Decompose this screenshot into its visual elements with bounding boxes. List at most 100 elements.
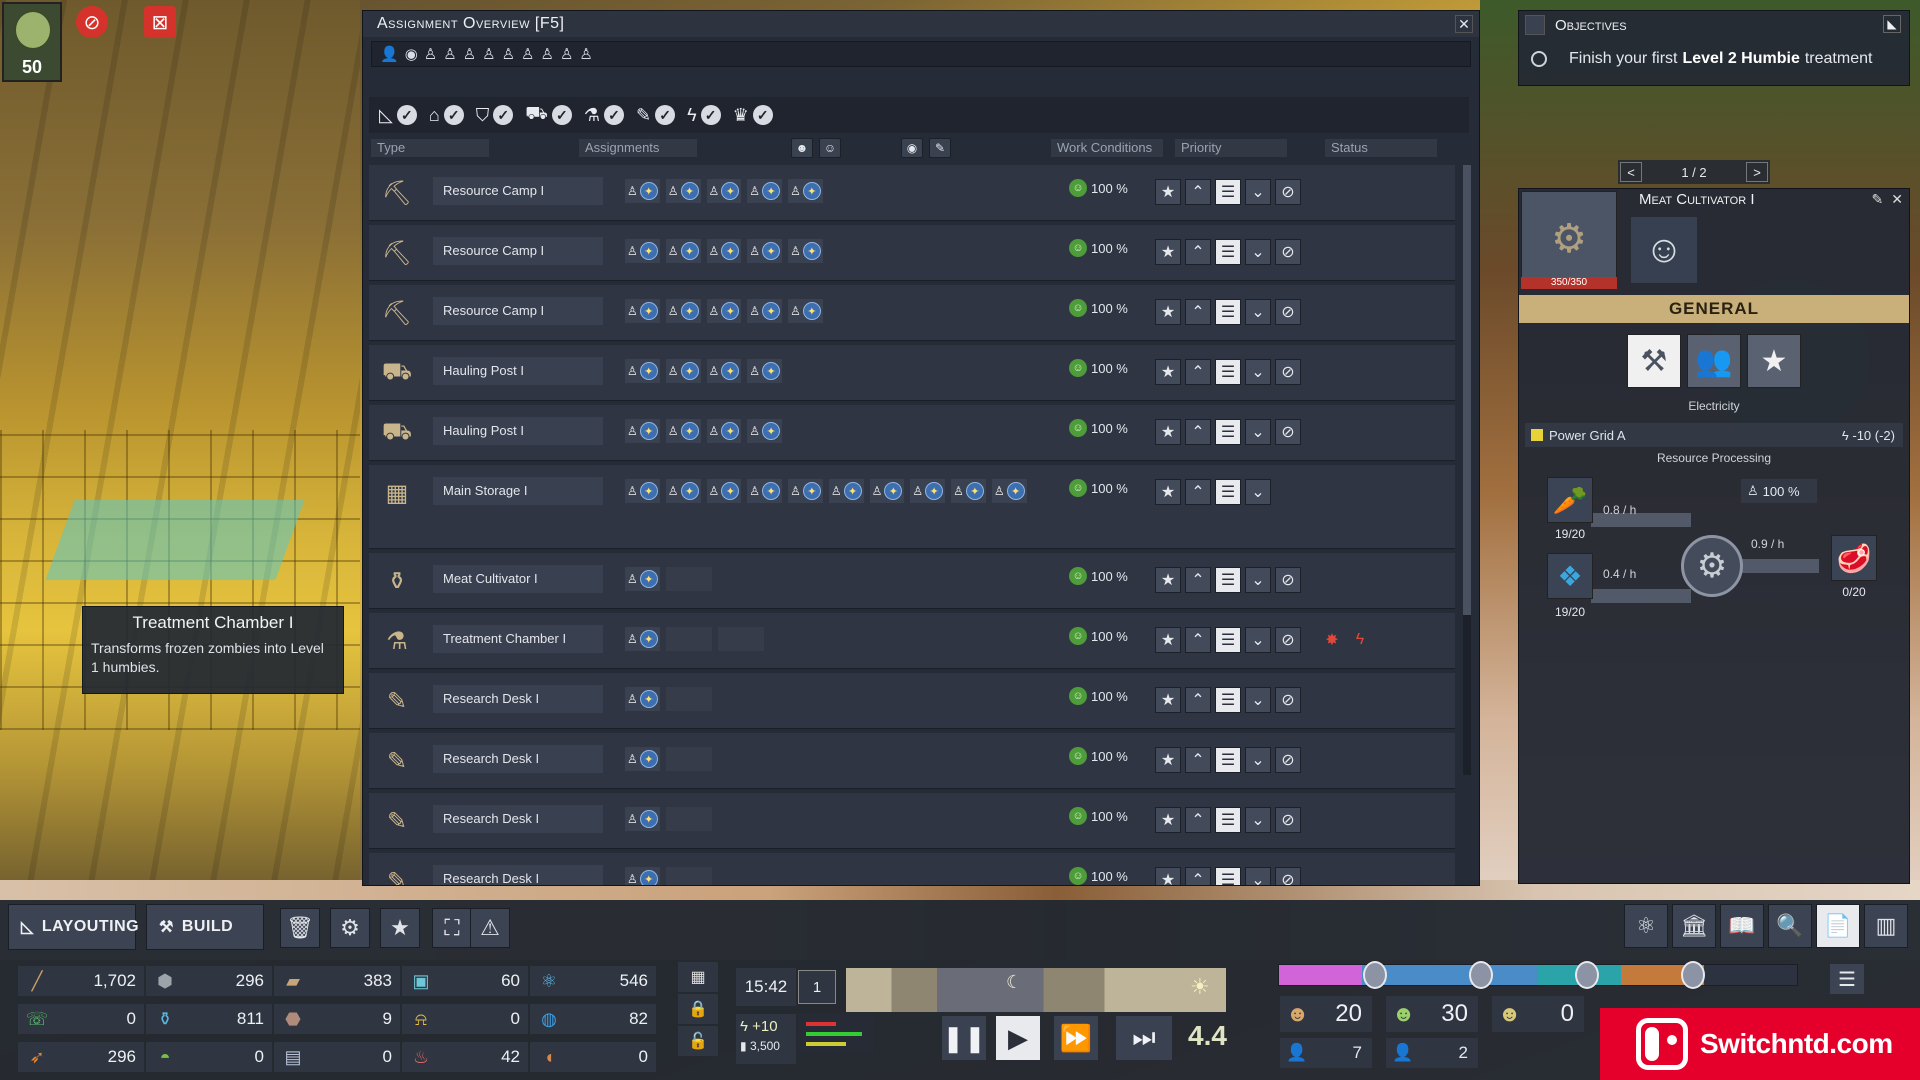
assigned-worker-slot[interactable]: ♙ ✦ xyxy=(706,359,742,383)
encyclopedia-button[interactable]: 📖 xyxy=(1720,904,1764,948)
category-research[interactable]: ⚗ ✓ xyxy=(584,105,625,126)
sort-research-icon[interactable]: ◉ xyxy=(901,138,923,158)
priority-disable-button[interactable]: ⊘ xyxy=(1275,867,1301,885)
assigned-worker-slot[interactable]: ♙ ✦ xyxy=(625,867,660,885)
priority-down-button[interactable]: ⌄ xyxy=(1245,627,1271,653)
table-row[interactable]: ⚗ Treatment Chamber I ♙ ✦ ☺ 100 % ★ ⌃ ☰ ⌄ ⊘ ✸ ϟ xyxy=(369,613,1455,669)
priority-normal-button[interactable]: ☰ xyxy=(1215,867,1241,885)
empty-worker-slot[interactable] xyxy=(665,807,712,831)
header-work-conditions[interactable]: Work Conditions xyxy=(1051,139,1163,157)
resource-counter[interactable]: ⚛ 546 xyxy=(530,966,656,996)
priority-normal-button[interactable]: ☰ xyxy=(1215,567,1241,593)
mood-knob-1[interactable] xyxy=(1363,961,1387,989)
priority-down-button[interactable]: ⌄ xyxy=(1245,867,1271,885)
priority-up-button[interactable]: ⌃ xyxy=(1185,807,1211,833)
assigned-worker-slot[interactable]: ♙ ✦ xyxy=(625,299,660,323)
add-worker-icon[interactable]: 👤 xyxy=(380,45,399,63)
priority-down-button[interactable]: ⌄ xyxy=(1245,359,1271,385)
subtab-electricity-icon[interactable]: ⚒ xyxy=(1627,334,1681,388)
building-name[interactable]: Treatment Chamber I xyxy=(433,625,603,653)
table-row[interactable]: ⛏ Resource Camp I ♙ ✦ ♙ ✦ ♙ ✦ ♙ ✦ ♙ ✦ ☺ 100 % ★ ⌃ ☰ ⌄ ⊘ xyxy=(369,165,1455,221)
table-row[interactable]: ✎ Research Desk I ♙ ✦ ☺ 100 % ★ ⌃ ☰ ⌄ ⊘ xyxy=(369,793,1455,849)
carrot-resource-icon[interactable]: 🥕 xyxy=(1547,477,1593,523)
priority-down-button[interactable]: ⌄ xyxy=(1245,299,1271,325)
assignment-overview-button[interactable]: 📄 xyxy=(1816,904,1860,948)
priority-up-button[interactable]: ⌃ xyxy=(1185,867,1211,885)
assigned-worker-slot[interactable]: ♙ ✦ xyxy=(706,299,742,323)
next-page-button[interactable]: > xyxy=(1745,162,1768,182)
filter-worker-6-icon[interactable]: ♙ xyxy=(521,45,534,63)
assigned-worker-slot[interactable]: ♙ ✦ xyxy=(747,299,783,323)
assigned-worker-slot[interactable]: ♙ ✦ xyxy=(665,419,701,443)
assigned-worker-slot[interactable]: ♙ ✦ xyxy=(625,747,660,771)
priority-up-button[interactable]: ⌃ xyxy=(1185,239,1211,265)
category-production[interactable]: ⌂ ✓ xyxy=(429,105,464,126)
building-name[interactable]: Main Storage I xyxy=(433,477,603,505)
fast-forward-button[interactable]: ⏩ xyxy=(1054,1016,1098,1060)
subtab-workers-icon[interactable]: 👥 xyxy=(1687,334,1741,388)
building-name[interactable]: Resource Camp I xyxy=(433,297,603,325)
assigned-worker-slot[interactable]: ♙ ✦ xyxy=(869,479,905,503)
scrollbar-thumb[interactable] xyxy=(1463,165,1471,615)
priority-down-button[interactable]: ⌄ xyxy=(1245,567,1271,593)
resource-counter[interactable]: ⍾ 0 xyxy=(402,1004,528,1034)
assignment-scrollbar[interactable] xyxy=(1463,165,1471,775)
priority-disable-button[interactable]: ⊘ xyxy=(1275,567,1301,593)
filter-worker-5-icon[interactable]: ♙ xyxy=(502,45,515,63)
favorites-button[interactable]: ★ xyxy=(380,908,420,948)
mood-knob-4[interactable] xyxy=(1681,961,1705,989)
assigned-worker-slot[interactable]: ♙ ✦ xyxy=(747,359,783,383)
building-name[interactable]: Research Desk I xyxy=(433,685,603,713)
assigned-worker-slot[interactable]: ♙ ✦ xyxy=(625,359,660,383)
priority-down-button[interactable]: ⌄ xyxy=(1245,687,1271,713)
assigned-worker-slot[interactable]: ♙ ✦ xyxy=(625,567,660,591)
priority-up-button[interactable]: ⌃ xyxy=(1185,747,1211,773)
collapse-icon[interactable]: ◣ xyxy=(1883,15,1901,33)
filter-worker-9-icon[interactable]: ♙ xyxy=(579,45,592,63)
resource-counter[interactable]: ◖ 0 xyxy=(530,1042,656,1072)
assigned-worker-slot[interactable]: ♙ ✦ xyxy=(706,479,742,503)
calendar-day[interactable]: 1 xyxy=(798,970,836,1004)
sort-humbie-icon[interactable]: ☺ xyxy=(819,138,841,158)
category-tools[interactable]: ✎ ✓ xyxy=(636,105,676,126)
assigned-worker-slot[interactable]: ♙ ✦ xyxy=(625,627,660,651)
priority-normal-button[interactable]: ☰ xyxy=(1215,747,1241,773)
filter-worker-7-icon[interactable]: ♙ xyxy=(541,45,554,63)
pause-button[interactable]: ❚❚ xyxy=(942,1016,986,1060)
assigned-worker-slot[interactable]: ♙ ✦ xyxy=(665,299,701,323)
filter-worker-3-icon[interactable]: ♙ xyxy=(463,45,476,63)
filter-all-icon[interactable]: ◉ xyxy=(405,45,418,63)
category-defense[interactable]: ⛉ ✓ xyxy=(476,105,514,126)
priority-favorite-button[interactable]: ★ xyxy=(1155,747,1181,773)
play-button[interactable]: ▶ xyxy=(996,1016,1040,1060)
priority-disable-button[interactable]: ⊘ xyxy=(1275,687,1301,713)
blocked-alert-icon[interactable]: ⊠ xyxy=(144,6,176,38)
category-power[interactable]: ϟ ✓ xyxy=(687,105,721,126)
priority-up-button[interactable]: ⌃ xyxy=(1185,687,1211,713)
assigned-worker-slot[interactable]: ♙ ✦ xyxy=(625,807,660,831)
population-card[interactable]: ☻ 20 xyxy=(1280,996,1372,1032)
priority-favorite-button[interactable]: ★ xyxy=(1155,687,1181,713)
assigned-worker-slot[interactable]: ♙ ✦ xyxy=(788,239,823,263)
assigned-worker-slot[interactable]: ♙ ✦ xyxy=(665,239,701,263)
priority-favorite-button[interactable]: ★ xyxy=(1155,359,1181,385)
build-button[interactable]: ⚒ BUILD xyxy=(146,904,264,950)
main-menu-button[interactable]: ☰ xyxy=(1830,964,1864,994)
resource-counter[interactable]: ▣ 60 xyxy=(402,966,528,996)
priority-normal-button[interactable]: ☰ xyxy=(1215,179,1241,205)
priority-favorite-button[interactable]: ★ xyxy=(1155,239,1181,265)
objectives-header[interactable]: Objectives ◣ xyxy=(1519,11,1909,39)
priority-favorite-button[interactable]: ★ xyxy=(1155,627,1181,653)
population-portrait[interactable]: 50 xyxy=(2,2,62,82)
filter-worker-4-icon[interactable]: ♙ xyxy=(482,45,495,63)
priority-up-button[interactable]: ⌃ xyxy=(1185,299,1211,325)
building-name[interactable]: Research Desk I xyxy=(433,745,603,773)
priority-down-button[interactable]: ⌄ xyxy=(1245,419,1271,445)
priority-down-button[interactable]: ⌄ xyxy=(1245,747,1271,773)
storage-button[interactable]: ▦ xyxy=(678,962,718,992)
assigned-worker-slot[interactable]: ♙ ✦ xyxy=(625,239,660,263)
resource-counter[interactable]: ⬢ 296 xyxy=(146,966,272,996)
priority-down-button[interactable]: ⌄ xyxy=(1245,479,1271,505)
priority-favorite-button[interactable]: ★ xyxy=(1155,479,1181,505)
mood-knob-2[interactable] xyxy=(1469,961,1493,989)
